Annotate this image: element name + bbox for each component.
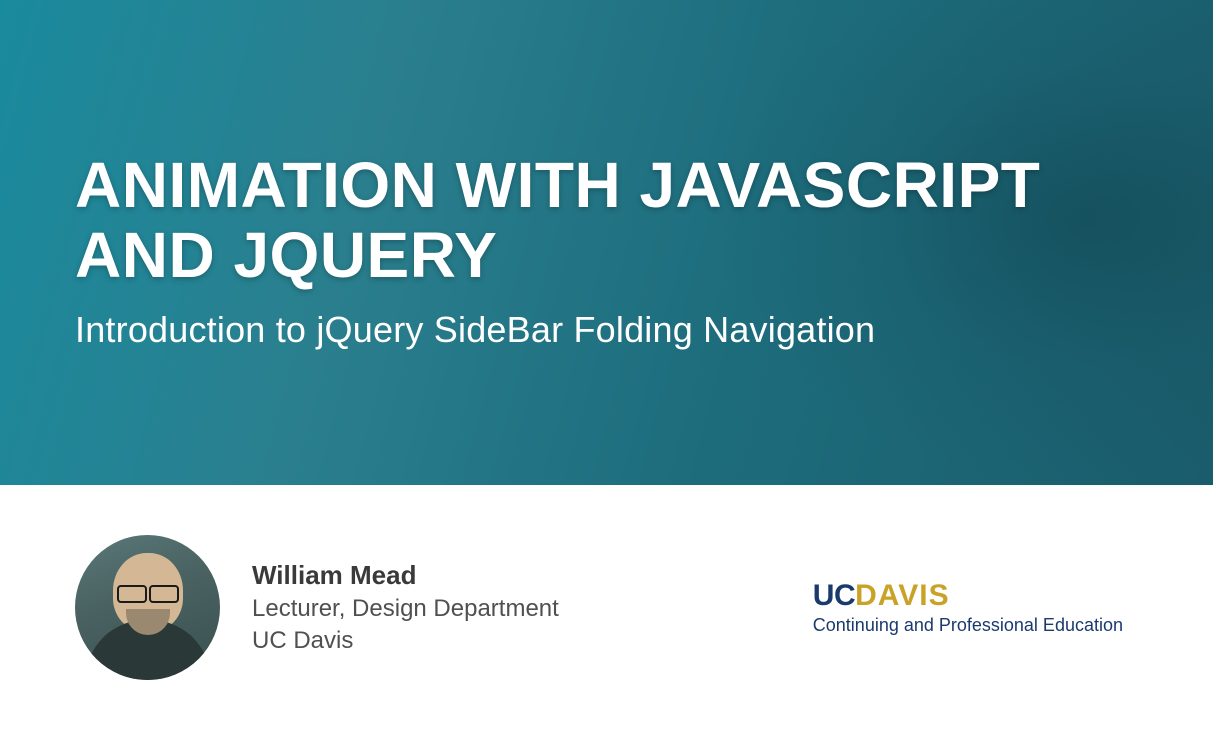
presenter-organization: UC Davis <box>252 627 559 655</box>
logo-main: DAVIS <box>855 579 949 612</box>
institution-tagline: Continuing and Professional Education <box>813 615 1123 636</box>
course-subtitle: Introduction to jQuery SideBar Folding N… <box>75 309 1138 351</box>
institution-block: UCDAVIS Continuing and Professional Educ… <box>813 579 1138 636</box>
footer-section: William Mead Lecturer, Design Department… <box>0 485 1213 680</box>
presenter-title: Lecturer, Design Department <box>252 595 559 623</box>
hero-banner: ANIMATION WITH JAVASCRIPT AND JQUERY Int… <box>0 0 1213 485</box>
presenter-block: William Mead Lecturer, Design Department… <box>75 535 559 680</box>
beard-shape <box>126 609 170 635</box>
logo-prefix: UC <box>813 579 855 612</box>
presenter-info: William Mead Lecturer, Design Department… <box>252 560 559 655</box>
glasses-icon <box>117 585 179 601</box>
institution-logo: UCDAVIS <box>813 579 1123 613</box>
presenter-avatar <box>75 535 220 680</box>
course-title: ANIMATION WITH JAVASCRIPT AND JQUERY <box>75 150 1138 291</box>
presenter-name: William Mead <box>252 560 559 591</box>
